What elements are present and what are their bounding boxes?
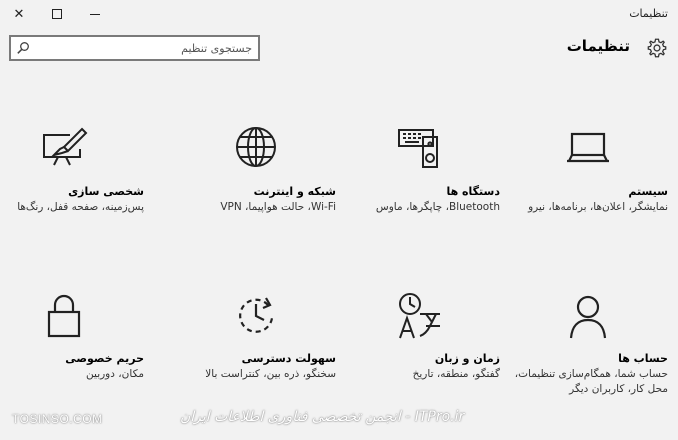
- tile-description: Bluetooth، چاپگرها، ماوس: [375, 201, 500, 213]
- tile-description: سخنگو، ذره بین، کنتراست بالا: [205, 368, 336, 380]
- search-box[interactable]: [9, 35, 260, 61]
- gear-icon: [647, 38, 667, 58]
- watermark-right: ITPro.ir - انجمن تخصصی فناوری اطلاعات ای…: [180, 409, 465, 425]
- close-icon: ✕: [13, 6, 25, 22]
- tile-title: حریم خصوصی: [65, 352, 144, 365]
- tile-personalization[interactable]: شخصی سازی پس‌زمینه، صفحه قفل، رنگ‌ها: [0, 125, 144, 215]
- devices-icon: [398, 129, 438, 168]
- title-bar: ✕ تنظیمات: [0, 0, 678, 28]
- tile-privacy[interactable]: حریم خصوصی مکان، دوربین: [0, 292, 144, 382]
- tile-description: Wi-Fi، حالت هواپیما، VPN: [220, 201, 336, 213]
- tile-system[interactable]: سیستم نمایشگر، اعلان‌ها، برنامه‌ها، نیرو: [508, 125, 668, 215]
- tile-description: پس‌زمینه، صفحه قفل، رنگ‌ها: [17, 201, 144, 213]
- tile-title: زمان و زبان: [434, 352, 500, 365]
- maximize-button[interactable]: [38, 0, 76, 28]
- ease-of-access-icon: [239, 297, 274, 333]
- globe-icon: [236, 127, 276, 167]
- tile-title: دستگاه ها: [446, 185, 500, 198]
- tile-devices[interactable]: دستگاه ها Bluetooth، چاپگرها، ماوس: [340, 125, 500, 215]
- time-language-icon: [399, 293, 440, 339]
- page-title: تنظیمات: [566, 37, 630, 55]
- person-icon: [569, 295, 607, 339]
- tile-title: شبکه و اینترنت: [253, 185, 336, 198]
- tile-title: حساب ها: [618, 352, 668, 365]
- tile-description: حساب شما، همگام‌سازی تنظیمات، محل کار، ک…: [514, 368, 668, 395]
- minimize-icon: [90, 14, 100, 15]
- window-title: تنظیمات: [629, 7, 668, 20]
- tile-ease-of-access[interactable]: سهولت دسترسی سخنگو، ذره بین، کنتراست بال…: [176, 292, 336, 382]
- watermark-left: TOSINSO.COM: [12, 412, 103, 426]
- laptop-icon: [567, 132, 609, 163]
- tile-title: شخصی سازی: [68, 185, 144, 198]
- tile-description: نمایشگر، اعلان‌ها، برنامه‌ها، نیرو: [528, 201, 668, 213]
- tile-time-language[interactable]: زمان و زبان گفتگو، منطقه، تاریخ: [340, 292, 500, 382]
- tile-description: مکان، دوربین: [86, 368, 144, 380]
- maximize-icon: [52, 9, 62, 19]
- tile-description: گفتگو، منطقه، تاریخ: [412, 368, 500, 380]
- search-input[interactable]: [33, 39, 254, 57]
- search-icon[interactable]: [16, 41, 30, 55]
- personalization-icon: [43, 127, 88, 166]
- tile-title: سهولت دسترسی: [241, 352, 336, 365]
- close-button[interactable]: ✕: [0, 0, 38, 28]
- lock-icon: [47, 294, 81, 338]
- tile-network[interactable]: شبکه و اینترنت Wi-Fi، حالت هواپیما، VPN: [176, 125, 336, 215]
- minimize-button[interactable]: [76, 0, 114, 28]
- tile-title: سیستم: [628, 185, 668, 198]
- tile-accounts[interactable]: حساب ها حساب شما، همگام‌سازی تنظیمات، مح…: [508, 292, 668, 397]
